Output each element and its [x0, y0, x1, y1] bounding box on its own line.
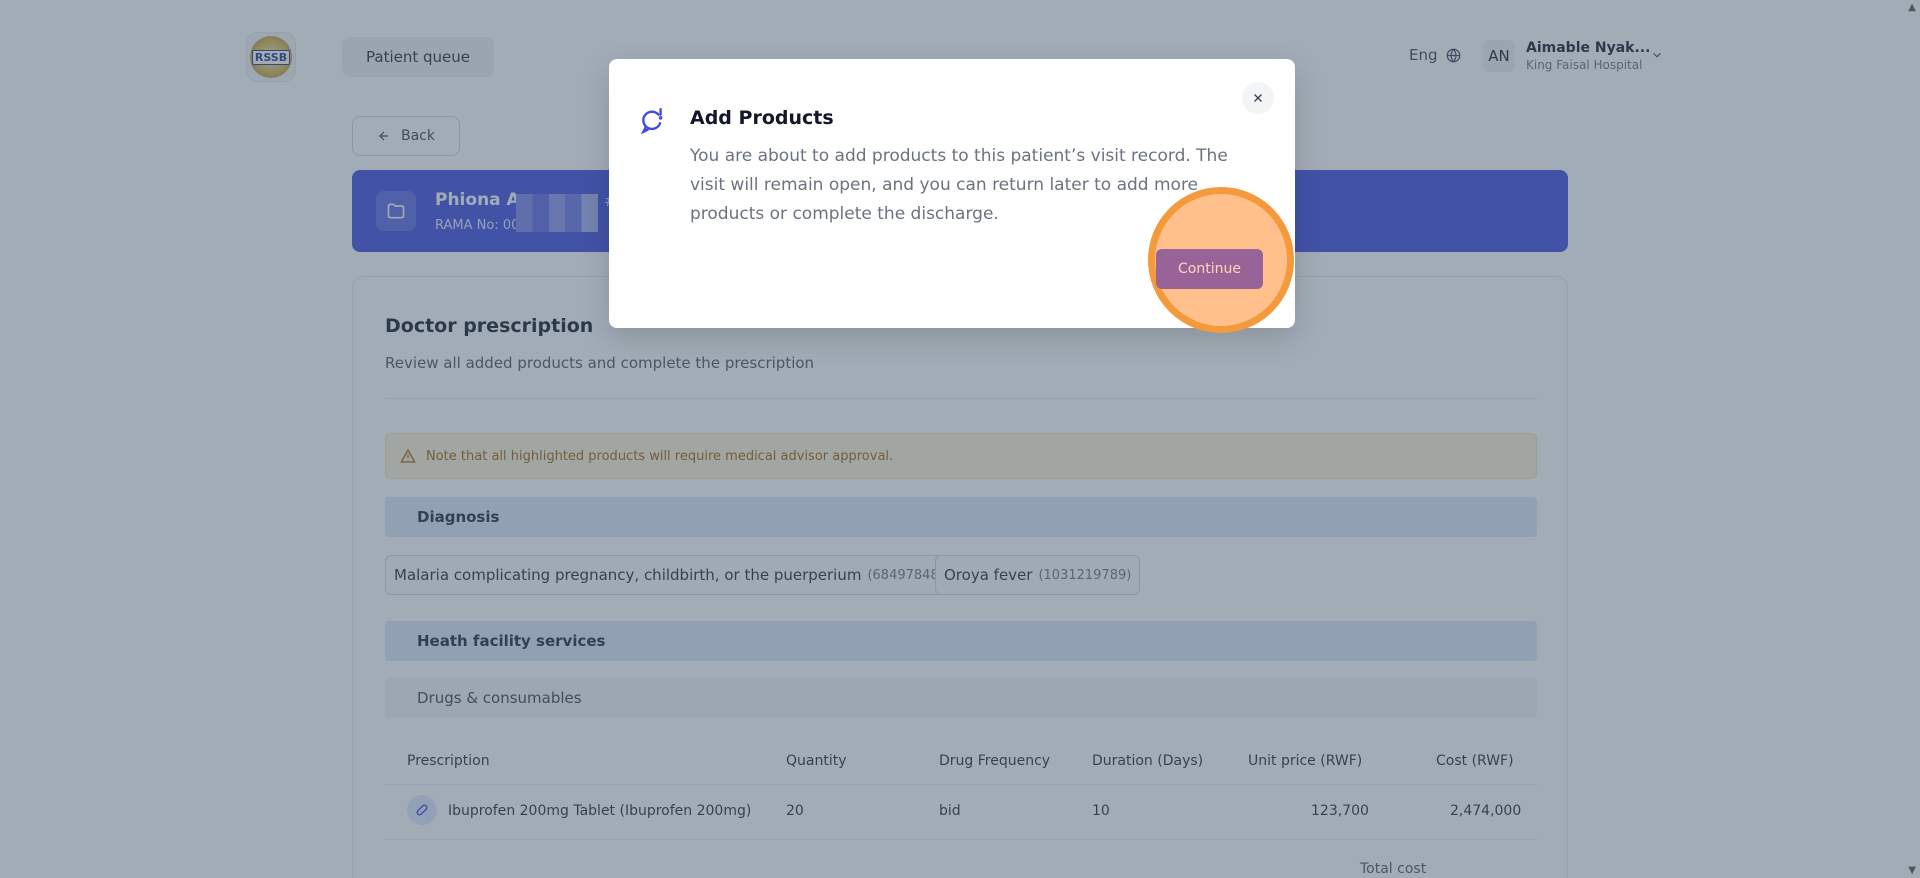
close-button[interactable] [1242, 82, 1274, 114]
scroll-down-icon[interactable]: ▼ [1908, 865, 1916, 876]
dialog-title: Add Products [690, 107, 834, 129]
continue-button[interactable]: Continue [1156, 249, 1263, 289]
dialog-body: You are about to add products to this pa… [690, 146, 1228, 224]
close-icon [1254, 94, 1262, 102]
scroll-up-icon[interactable]: ▲ [1908, 2, 1916, 13]
refresh-icon [640, 108, 663, 134]
